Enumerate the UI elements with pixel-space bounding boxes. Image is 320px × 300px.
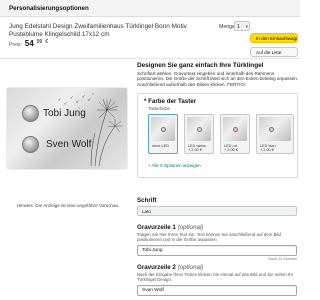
option-thumbnail: [223, 117, 247, 141]
show-all-options-link[interactable]: + Alle 6 Optionen anzeigen: [148, 163, 201, 168]
button-color-group: * Farbe der Taster Tasterfarbe ohne LED …: [137, 93, 298, 178]
product-title: Jung Edelstahl Design Zweifamilienhaus T…: [9, 23, 187, 38]
button-color-subtitle: Tasterfarbe: [148, 106, 170, 111]
price-currency: €: [45, 39, 49, 45]
option-thumbnail: [151, 117, 175, 141]
button-dot-icon: [269, 127, 274, 132]
button-dot-icon: [161, 127, 166, 132]
color-option-led-red[interactable]: LED rot + 2,00 €: [220, 114, 250, 154]
price-cents: 99: [36, 39, 43, 45]
quantity-value: 1: [237, 24, 240, 30]
doorbell-preview[interactable]: Tobi Jung Sven Wolf: [7, 88, 127, 169]
color-option-led-white[interactable]: LED weiss + 2,00 €: [184, 114, 214, 154]
design-title: Designen Sie ganz einfach Ihre Türklinge…: [137, 62, 264, 69]
price-value: 54: [24, 39, 34, 48]
color-option-led-blue[interactable]: LED blau + 2,00 €: [256, 114, 294, 154]
engraving-line-1-label: Gravurzeile 1 (optional): [137, 224, 204, 231]
dandelion-motif: [52, 93, 122, 167]
bell-button-2: [22, 136, 39, 153]
engraving-line-2-hint: Nach der Eingabe Ihres Textes klicken Si…: [137, 272, 294, 283]
engraving-line-2-label: Gravurzeile 2 (optional): [137, 264, 204, 271]
option-label: ohne LED: [152, 144, 169, 148]
header-title: Personalisierungsoptionen: [9, 5, 89, 12]
price-row: Preis: 54 99 €: [9, 39, 49, 48]
option-label: LED blau + 2,00 €: [260, 144, 276, 153]
preview-note: Hinweis: Die Anzeige ist eine ungefähre …: [16, 203, 120, 208]
button-color-title: * Farbe der Taster: [144, 98, 197, 105]
font-select-value: Lato: [142, 209, 151, 214]
chevron-down-icon: ▾: [245, 24, 248, 29]
personalization-header: Personalisierungsoptionen: [0, 0, 300, 17]
color-option-no-led[interactable]: ohne LED: [148, 114, 178, 154]
add-to-list-button[interactable]: Auf die Liste: [250, 47, 298, 57]
option-thumbnail: [187, 117, 211, 141]
option-label: LED rot + 2,00 €: [224, 144, 238, 153]
plate-name-line-1: Tobi Jung: [43, 108, 86, 119]
engraving-line-1-counter: Noch 21 Zeichen: [268, 257, 297, 261]
quantity-select[interactable]: 1 ▾: [234, 21, 250, 31]
font-select[interactable]: Lato: [137, 206, 297, 216]
engraving-line-1-hint: Tragen Sie hier Ihren Text ein. Text kön…: [137, 232, 281, 243]
bell-button-1: [22, 105, 39, 122]
option-label: LED weiss + 2,00 €: [188, 144, 206, 153]
divider: [0, 58, 300, 59]
engraving-line-1-input[interactable]: Tobi Jung: [137, 245, 297, 256]
add-to-cart-button[interactable]: In den Einkaufswagen: [250, 33, 298, 43]
design-description: Schriftart wählen, Gravurtext eingeben u…: [137, 71, 299, 87]
option-thumbnail: [259, 117, 291, 141]
button-dot-icon: [197, 127, 202, 132]
button-dot-icon: [233, 127, 238, 132]
price-label: Preis:: [9, 42, 22, 48]
plate-name-line-2: Sven Wolf: [46, 139, 92, 150]
font-label: Schrift: [137, 197, 157, 204]
engraving-line-2-input[interactable]: Sven Wolf: [137, 285, 297, 296]
